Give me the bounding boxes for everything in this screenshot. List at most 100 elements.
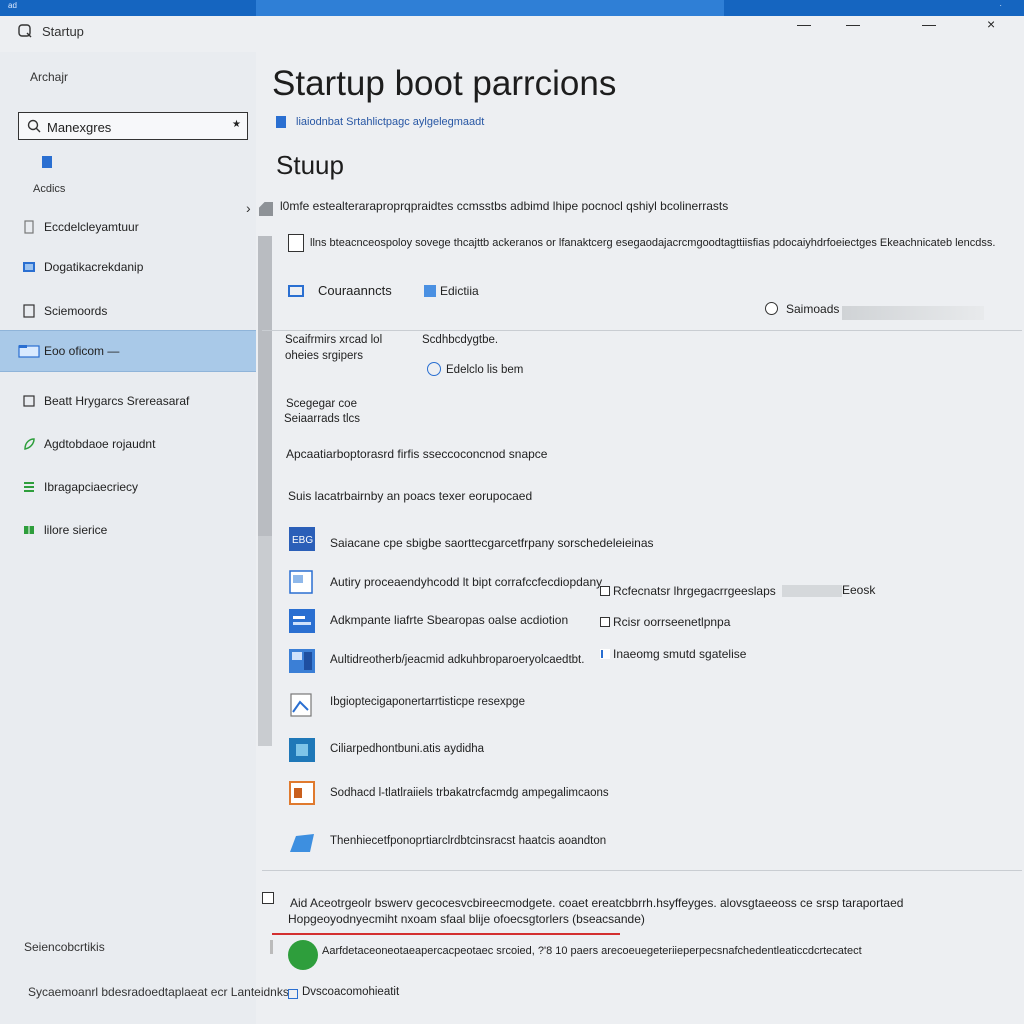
footer-link[interactable]: Dvscoacomohieatit	[302, 986, 399, 998]
app-item-label[interactable]: Autiry proceaendyhcodd lt bipt corrafccf…	[330, 575, 602, 589]
field-description: Suis lacatrbairnby an poacs texer eorupo…	[288, 489, 533, 503]
field-label: Scaifrmirs xrcad lol	[285, 334, 383, 346]
sidebar-item-label: Agdtobdaoe rojaudnt	[44, 437, 156, 451]
title-bar	[0, 16, 1024, 52]
app-item-label[interactable]: Thenhiecetfponoprtiarclrdbtcinsracst haa…	[330, 835, 606, 847]
app-window-icon	[289, 570, 313, 594]
link-icon	[427, 362, 441, 376]
toolbar-edit[interactable]: Edictiia	[440, 284, 479, 298]
app-item-label[interactable]: Aultidreotherb/jeacmid adkuhbroparoeryol…	[330, 654, 584, 666]
checkbox-label: llns bteacnceospoloy sovege thcajttb ack…	[310, 237, 996, 249]
divider	[262, 870, 1022, 871]
minimize-button[interactable]: —	[797, 16, 811, 32]
leaf-icon	[24, 438, 35, 450]
status-ok-icon	[288, 940, 318, 970]
breadcrumb-icon	[276, 116, 286, 128]
sidebar-item-label: lilore sierice	[44, 523, 108, 537]
footer-warning: Hopgeoyodnyecmiht nxoam sfaal blije ofoe…	[288, 912, 645, 926]
search-box[interactable]: ★	[18, 112, 248, 140]
app-doc-icon	[290, 693, 312, 717]
footer-marker	[270, 940, 273, 954]
option-label: Rcfecnatsr lhrgegacrrgeeslaps	[613, 584, 776, 598]
option-label: Inaeomg smutd sgatelise	[613, 647, 747, 661]
sidebar-item-5[interactable]: Agdtobdaoe rojaudnt	[0, 424, 256, 464]
field-label: Seiaarrads tlcs	[284, 413, 361, 425]
sidebar-item-3[interactable]: Eoo oficom —	[0, 330, 256, 372]
sidebar-header: Archajr	[30, 70, 69, 84]
window-title: Startup	[42, 24, 84, 39]
app-item-label[interactable]: Ibgioptecigaponertarrtisticpe resexpge	[330, 696, 525, 708]
page-title: Startup boot parrcions	[272, 64, 617, 103]
footer-description: Aid Aceotrgeolr bswerv gecocesvcbireecmo…	[290, 896, 904, 910]
toolbar-components[interactable]: Couraanncts	[318, 283, 392, 298]
search-input[interactable]	[45, 116, 219, 138]
corner-mark: ·	[999, 1, 1002, 10]
sidebar-item-label: Eccdelcleyamtuur	[44, 220, 139, 234]
document-icon	[23, 304, 35, 318]
search-icon	[27, 119, 41, 133]
sidebar-footer-title: Seiencobcrtikis	[24, 940, 105, 954]
app-item-label[interactable]: Sodhacd l-tlatlraiiels trbakatrcfacmdg a…	[330, 787, 609, 799]
info-text: l0mfe estealteraraproprqpraidtes ccmsstb…	[280, 199, 729, 213]
option-checkbox[interactable]	[288, 234, 304, 252]
app-orange-icon	[289, 781, 315, 805]
close-button[interactable]: ×	[987, 16, 995, 32]
scrollbar-thumb[interactable]	[258, 236, 272, 536]
settings-radio[interactable]	[765, 302, 778, 315]
app-logo-icon	[18, 24, 32, 38]
option-checkbox[interactable]	[600, 617, 610, 627]
field-label: oheies srgipers	[285, 350, 363, 362]
sidebar-item-1[interactable]: Dogatikacrekdanip	[0, 247, 256, 287]
svg-text:EBG: EBG	[292, 535, 313, 546]
restore-button[interactable]: —	[922, 16, 936, 32]
sidebar-item-6[interactable]: Ibragapciaecriecy	[0, 467, 256, 507]
monitor-icon	[23, 262, 35, 272]
sidebar-item-label: Eoo oficom —	[44, 344, 120, 358]
app-item-label[interactable]: Adkmpante liafrte Sbearopas oalse acdiot…	[330, 613, 568, 627]
window-icon	[23, 395, 35, 407]
sidebar-item-7[interactable]: lilore sierice	[0, 510, 256, 550]
sidebar-footer-link[interactable]: Sycaemoanrl bdesradoedtaplaeat ecr Lante…	[28, 985, 289, 999]
app-cloud-icon	[290, 834, 314, 852]
grid-icon	[24, 526, 34, 534]
divider	[262, 330, 1022, 331]
app-item-label[interactable]: Saiacane cpe sbigbe saorttecgarcetfrpany…	[330, 536, 654, 550]
bookmark-icon	[42, 156, 52, 168]
pin-icon[interactable]: ★	[232, 119, 241, 130]
sidebar-item-2[interactable]: Sciemoords	[0, 291, 256, 331]
app-blue-icon	[289, 609, 315, 633]
section-heading: Stuup	[276, 150, 344, 180]
radio-value-field[interactable]	[842, 306, 984, 320]
footer-checkbox[interactable]	[262, 892, 274, 904]
sidebar-item-4[interactable]: Beatt Hrygarcs Srereasaraf	[0, 381, 256, 421]
sidebar-item-label: Dogatikacrekdanip	[44, 260, 144, 274]
option-checkbox[interactable]	[600, 586, 610, 596]
edit-icon	[424, 285, 436, 297]
components-icon	[288, 285, 304, 297]
sidebar-item-label: Beatt Hrygarcs Srereasaraf	[44, 394, 190, 408]
pane-tab-icon[interactable]	[259, 202, 273, 216]
layers-icon	[24, 482, 34, 492]
file-icon	[24, 220, 34, 234]
top-accent-bar: ad ·	[0, 0, 1024, 16]
sidebar-sub-label: Acdics	[33, 183, 66, 195]
footer-status-text: Aarfdetaceoneotaeapercacpeotaec srcoied,…	[322, 945, 862, 957]
expand-chevron-icon[interactable]: ›	[246, 200, 251, 216]
folder-icon	[18, 345, 40, 358]
maximize-button[interactable]: —	[846, 16, 860, 32]
radio-label: Saimoads	[786, 302, 840, 316]
corner-label: ad	[8, 1, 17, 10]
option-value-label: Eeosk	[842, 583, 876, 597]
option-value-field[interactable]	[782, 585, 842, 597]
field-description: Apcaatiarboptorasrd firfis sseccoconcnod…	[286, 447, 548, 461]
sidebar-item-label: Sciemoords	[44, 304, 108, 318]
sidebar-item-0[interactable]: Eccdelcleyamtuur	[0, 207, 256, 247]
field-label: Scdhbcdygtbe.	[422, 334, 499, 346]
top-accent-highlight	[256, 0, 724, 16]
sidebar-item-label: Ibragapciaecriecy	[44, 480, 139, 494]
option-label: Rcisr oorrseenetlpnpa	[613, 615, 731, 629]
app-teal-icon	[289, 738, 315, 762]
app-item-label[interactable]: Ciliarpedhontbuni.atis aydidha	[330, 743, 484, 755]
breadcrumb[interactable]: liaiodnbat Srtahlictpagc aylgelegmaadt	[296, 116, 484, 128]
field-link[interactable]: Edelclo lis bem	[446, 362, 523, 379]
